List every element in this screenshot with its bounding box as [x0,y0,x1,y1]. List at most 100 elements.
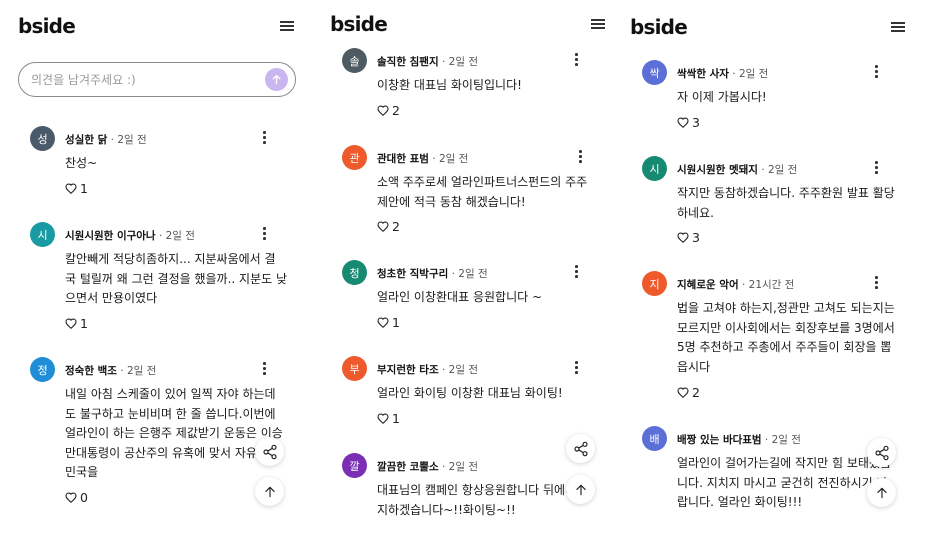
bside-logo[interactable]: bside [18,14,76,38]
scroll-top-button[interactable] [867,478,896,507]
comment-input-box[interactable] [18,62,296,97]
comment-text: 얼라인 화이팅 이창환 대표님 화이팅! [377,386,563,400]
avatar[interactable]: 솔 [342,48,367,73]
comment-text: 작지만 동참하겠습니다. 주주환원 발표 활당 하네요. [677,186,895,220]
comment-author[interactable]: 성실한 닭 [65,134,107,146]
like-button[interactable]: 1 [65,181,88,196]
comment-input[interactable] [31,71,261,89]
more-options-icon[interactable] [570,358,582,376]
more-options-icon[interactable] [570,50,582,68]
comment-time: 2일 전 [117,134,147,146]
comment-author[interactable]: 정숙한 백조 [65,365,117,377]
like-count: 3 [692,115,700,130]
like-button[interactable]: 2 [677,385,700,400]
more-options-icon[interactable] [258,224,270,242]
like-count: 2 [692,385,700,400]
more-options-icon[interactable] [870,158,882,176]
comment-item: 깔 깔끔한 코뿔소 · 2일 전 대표님의 캠페인 항상응원합니다 뒤에서 지하… [342,453,582,533]
comment-time: 2일 전 [165,230,195,242]
hamburger-menu-icon[interactable] [890,20,906,32]
comment-author[interactable]: 깔끔한 코뿔소 [377,461,439,473]
like-button[interactable]: 2 [377,103,400,118]
like-button[interactable]: 1 [377,315,400,330]
like-count: 1 [80,316,88,331]
heart-icon [677,387,689,398]
heart-icon [677,232,689,243]
arrow-up-icon [264,486,275,497]
comment-text: 칼안빼게 적당히좀하지... 지분싸움에서 결 국 털릴꺼 왜 그런 결정을 했… [65,252,288,305]
comment-time: 2일 전 [448,56,478,68]
comment-text: 얼라인이 걸어가는길에 작지만 힘 보태겠습 니다. 지치지 마시고 굳건히 전… [677,456,891,509]
more-options-icon[interactable] [570,262,582,280]
like-button[interactable]: 3 [677,115,700,130]
like-button[interactable]: 1 [377,411,400,426]
more-options-icon[interactable] [258,128,270,146]
comment-author[interactable]: 청초한 직박구리 [377,268,448,280]
avatar[interactable]: 성 [30,126,55,151]
scroll-top-button[interactable] [566,475,595,504]
comment-author[interactable]: 부지런한 타조 [377,364,439,376]
screen-panel-3: bside 싹 싹싹한 사자 · 2일 전 자 이제 가봅시다! 3 시 시원시… [622,0,929,535]
like-count: 1 [392,411,400,426]
comment-item: 배 배짱 있는 바다표범 · 2일 전 얼라인이 걸어가는길에 작지만 힘 보태… [642,426,891,526]
heart-icon [377,221,389,232]
comment-author[interactable]: 시원시원한 이구아나 [65,230,156,242]
more-options-icon[interactable] [870,273,882,291]
comment-item: 솔 솔직한 침팬지 · 2일 전 이창환 대표님 화이팅입니다! 2 [342,48,582,123]
avatar[interactable]: 배 [642,426,667,451]
more-options-icon[interactable] [870,62,882,80]
comment-item: 부 부지런한 타조 · 2일 전 얼라인 화이팅 이창환 대표님 화이팅! 1 [342,356,582,431]
comment-author[interactable]: 시원시원한 멧돼지 [677,164,758,176]
like-button[interactable]: 1 [65,316,88,331]
share-icon [874,445,889,460]
avatar[interactable]: 지 [642,271,667,296]
avatar[interactable]: 싹 [642,60,667,85]
like-count: 2 [392,219,400,234]
avatar[interactable]: 깔 [342,453,367,478]
more-options-icon[interactable] [574,147,586,165]
share-button[interactable] [867,438,896,467]
share-icon [573,441,588,456]
comment-author[interactable]: 싹싹한 사자 [677,68,729,80]
comment-item: 싹 싹싹한 사자 · 2일 전 자 이제 가봅시다! 3 [642,60,882,135]
like-button[interactable]: 2 [377,219,400,234]
comment-author[interactable]: 관대한 표범 [377,153,429,165]
heart-icon [677,117,689,128]
bside-logo[interactable]: bside [330,12,388,36]
screen-panel-1: bside 성 성실한 닭 · 2일 전 찬성~ 1 시 시원시원한 이구아나 … [0,0,310,535]
avatar[interactable]: 정 [30,357,55,382]
comment-text: 찬성~ [65,156,98,170]
comment-time: 2일 전 [771,434,801,446]
comment-author[interactable]: 지혜로운 악어 [677,279,739,291]
like-button[interactable]: 3 [677,230,700,245]
more-options-icon[interactable] [258,359,270,377]
avatar[interactable]: 시 [30,222,55,247]
send-button[interactable] [265,68,288,91]
hamburger-menu-icon[interactable] [590,17,606,29]
share-button[interactable] [566,434,595,463]
heart-icon [65,492,77,503]
bside-logo[interactable]: bside [630,15,688,39]
comment-author[interactable]: 솔직한 침팬지 [377,56,439,68]
comment-time: 2일 전 [458,268,488,280]
like-button[interactable]: 0 [65,490,88,505]
avatar[interactable]: 부 [342,356,367,381]
comment-author[interactable]: 배짱 있는 바다표범 [677,434,762,446]
like-count: 1 [80,181,88,196]
like-count: 1 [392,315,400,330]
scroll-top-button[interactable] [255,477,284,506]
comment-text: 법을 고쳐야 하는지,정관만 고쳐도 되는지는 모르지만 이사회에서는 회장후보… [677,301,895,374]
hamburger-menu-icon[interactable] [279,19,295,31]
comment-item: 청 청초한 직박구리 · 2일 전 얼라인 이창환대표 응원합니다 ~ 1 [342,260,582,335]
heart-icon [65,318,77,329]
share-button[interactable] [255,437,284,466]
comment-time: 2일 전 [448,461,478,473]
avatar[interactable]: 관 [342,145,367,170]
comment-text: 자 이제 가봅시다! [677,90,767,104]
like-count: 2 [392,103,400,118]
comment-time: 21시간 전 [748,279,795,291]
comment-item: 정 정숙한 백조 · 2일 전 내일 아침 스케줄이 있어 일찍 자야 하는데 … [30,357,283,517]
avatar[interactable]: 청 [342,260,367,285]
comment-time: 2일 전 [767,164,798,176]
avatar[interactable]: 시 [642,156,667,181]
